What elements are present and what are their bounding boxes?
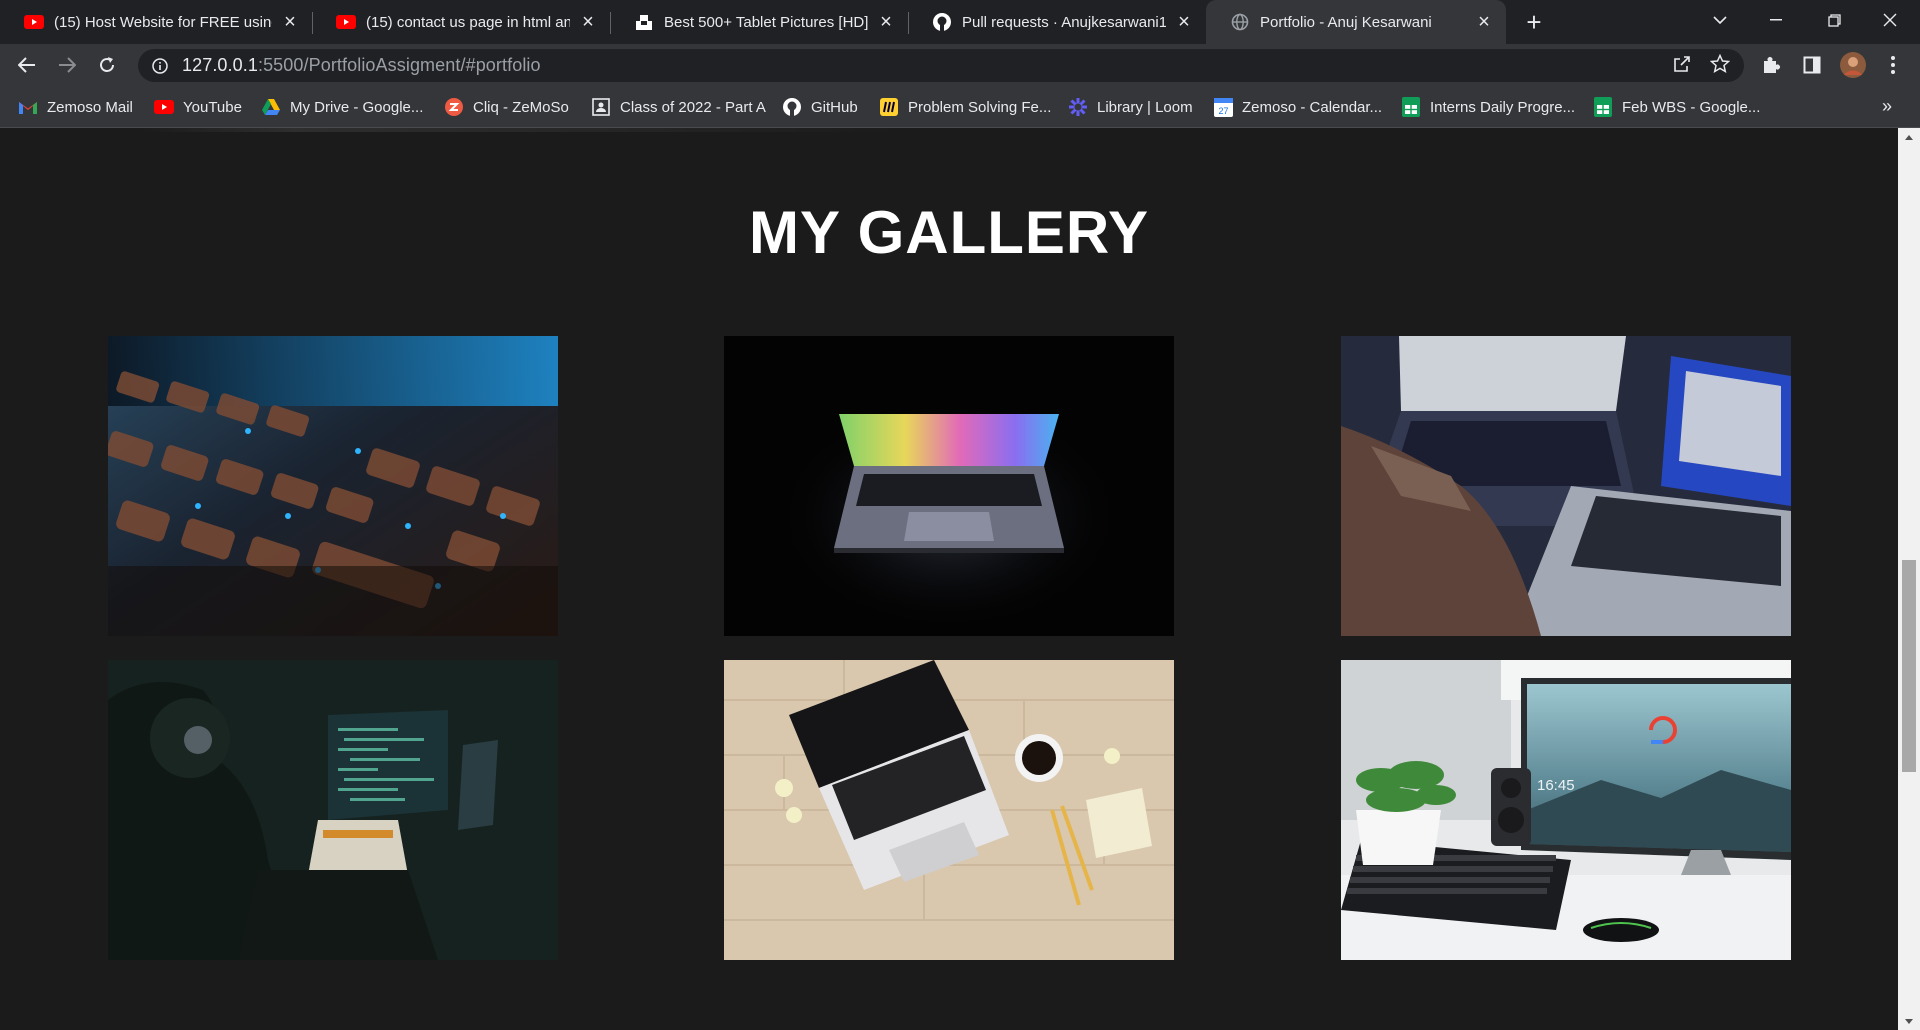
bookmark-class-of-2022[interactable]: Class of 2022 - Part A <box>591 96 766 118</box>
tab-search-chevron-icon[interactable] <box>1692 0 1748 40</box>
laptop-on-wooden-desk-photo <box>724 660 1174 960</box>
scrollbar-thumb[interactable] <box>1902 560 1916 772</box>
gallery-heading: MY GALLERY <box>748 199 1150 266</box>
bookmark-label: My Drive - Google... <box>290 98 424 116</box>
tab-title: Portfolio - Anuj Kesarwani <box>1260 13 1432 31</box>
tab-contact-us[interactable]: (15) contact us page in html and × <box>312 0 610 44</box>
bookmark-cliq[interactable]: Cliq - ZeMoSo <box>444 96 569 118</box>
gallery-image-desktop[interactable]: 16:45 <box>1341 660 1791 960</box>
tab-title: (15) contact us page in html and <box>366 13 570 31</box>
bookmark-label: GitHub <box>811 98 858 116</box>
backlit-keyboard-photo <box>108 336 558 636</box>
youtube-icon <box>154 97 174 117</box>
new-tab-button[interactable]: + <box>1520 7 1548 37</box>
bookmark-label: Zemoso - Calendar... <box>1242 98 1383 116</box>
bookmark-label: Zemoso Mail <box>47 98 133 116</box>
close-tab-icon[interactable]: × <box>578 11 598 33</box>
side-panel-icon[interactable] <box>1799 52 1825 78</box>
url-text: 127.0.0.1:5500/PortfolioAssigment/#portf… <box>182 55 541 76</box>
gallery-image-hands-typing[interactable] <box>1341 336 1791 636</box>
close-tab-icon[interactable]: × <box>1474 11 1494 33</box>
page-scrollbar[interactable] <box>1898 128 1920 1030</box>
sheets-icon <box>1401 97 1421 117</box>
calendar-icon: 27 <box>1213 97 1233 117</box>
bookmark-star-icon[interactable] <box>1709 53 1731 79</box>
gallery-image-laptop-desk[interactable] <box>724 660 1174 960</box>
bookmark-label: Interns Daily Progre... <box>1430 98 1576 116</box>
forward-button[interactable] <box>52 50 82 80</box>
sheets-icon <box>1593 97 1613 117</box>
previous-section-edge <box>140 128 900 132</box>
bookmark-label: Problem Solving Fe... <box>908 98 1052 116</box>
bookmarks-bar: Zemoso Mail YouTube My Drive - Google...… <box>0 86 1920 128</box>
minimize-button[interactable] <box>1748 0 1804 40</box>
gmail-icon <box>18 97 38 117</box>
bookmark-my-drive[interactable]: My Drive - Google... <box>261 96 423 118</box>
youtube-icon <box>24 12 44 32</box>
reload-button[interactable] <box>92 50 122 80</box>
tab-title: Best 500+ Tablet Pictures [HD] | D <box>664 13 868 31</box>
browser-menu-icon[interactable] <box>1880 52 1906 78</box>
bookmark-youtube[interactable]: YouTube <box>154 96 242 118</box>
bookmark-interns-daily-progress[interactable]: Interns Daily Progre... <box>1401 96 1575 118</box>
tab-title: Pull requests · Anujkesarwani1/ze <box>962 13 1166 31</box>
gallery-image-laptop-dark[interactable] <box>724 336 1174 636</box>
browser-toolbar: 127.0.0.1:5500/PortfolioAssigment/#portf… <box>0 44 1920 86</box>
tab-strip: (15) Host Website for FREE using × (15) … <box>0 0 1920 44</box>
drive-icon <box>261 97 281 117</box>
gallery-image-keyboard[interactable] <box>108 336 558 636</box>
close-tab-icon[interactable]: × <box>1174 11 1194 33</box>
gallery-image-programmer[interactable] <box>108 660 558 960</box>
svg-text:27: 27 <box>1218 106 1228 116</box>
youtube-icon <box>336 12 356 32</box>
url-host: 127.0.0.1 <box>182 55 258 75</box>
address-bar[interactable]: 127.0.0.1:5500/PortfolioAssigment/#portf… <box>138 49 1744 82</box>
bookmark-zemoso-calendar[interactable]: 27 Zemoso - Calendar... <box>1213 96 1382 118</box>
bookmark-problem-solving[interactable]: Problem Solving Fe... <box>879 96 1051 118</box>
unsplash-icon <box>634 12 654 32</box>
page-viewport: MY GALLERY 16:45 <box>0 128 1898 1030</box>
bookmark-loom-library[interactable]: Library | Loom <box>1068 96 1193 118</box>
miro-icon <box>879 97 899 117</box>
bookmark-label: Library | Loom <box>1097 98 1193 116</box>
cliq-icon <box>444 97 464 117</box>
site-info-icon[interactable] <box>150 56 170 76</box>
close-tab-icon[interactable]: × <box>280 11 300 33</box>
globe-icon <box>1230 12 1250 32</box>
tab-host-website[interactable]: (15) Host Website for FREE using × <box>0 0 312 44</box>
profile-avatar[interactable] <box>1840 52 1866 78</box>
laptop-in-dark-photo <box>724 336 1174 636</box>
bookmark-zemoso-mail[interactable]: Zemoso Mail <box>18 96 133 118</box>
github-icon <box>932 12 952 32</box>
svg-text:16:45: 16:45 <box>1537 777 1575 794</box>
github-icon <box>782 97 802 117</box>
bookmark-feb-wbs[interactable]: Feb WBS - Google... <box>1593 96 1760 118</box>
programmer-at-monitors-photo <box>108 660 558 960</box>
close-tab-icon[interactable]: × <box>876 11 896 33</box>
tab-title: (15) Host Website for FREE using <box>54 13 272 31</box>
bookmark-label: Feb WBS - Google... <box>1622 98 1761 116</box>
tab-tablet-pictures[interactable]: Best 500+ Tablet Pictures [HD] | D × <box>610 0 908 44</box>
more-bookmarks-chevron-icon[interactable]: » <box>1882 96 1892 117</box>
desktop-monitor-keyboard-photo: 16:45 <box>1341 660 1791 960</box>
restore-button[interactable] <box>1806 0 1862 40</box>
close-window-button[interactable] <box>1862 0 1918 40</box>
extensions-puzzle-icon[interactable] <box>1758 52 1784 78</box>
scroll-down-arrow-icon[interactable] <box>1898 1012 1920 1030</box>
bookmark-label: Cliq - ZeMoSo <box>473 98 569 116</box>
share-icon[interactable] <box>1672 54 1692 79</box>
bookmark-github[interactable]: GitHub <box>782 96 858 118</box>
url-path: :5500/PortfolioAssigment/#portfolio <box>257 55 541 75</box>
bookmark-label: Class of 2022 - Part A <box>620 98 766 116</box>
scroll-up-arrow-icon[interactable] <box>1898 128 1920 146</box>
tab-pull-requests[interactable]: Pull requests · Anujkesarwani1/ze × <box>908 0 1206 44</box>
hands-typing-on-laptops-photo <box>1341 336 1791 636</box>
bookmark-label: YouTube <box>183 98 242 116</box>
loom-icon <box>1068 97 1088 117</box>
tab-portfolio[interactable]: Portfolio - Anuj Kesarwani × <box>1206 0 1506 44</box>
back-button[interactable] <box>12 50 42 80</box>
classroom-icon <box>591 97 611 117</box>
